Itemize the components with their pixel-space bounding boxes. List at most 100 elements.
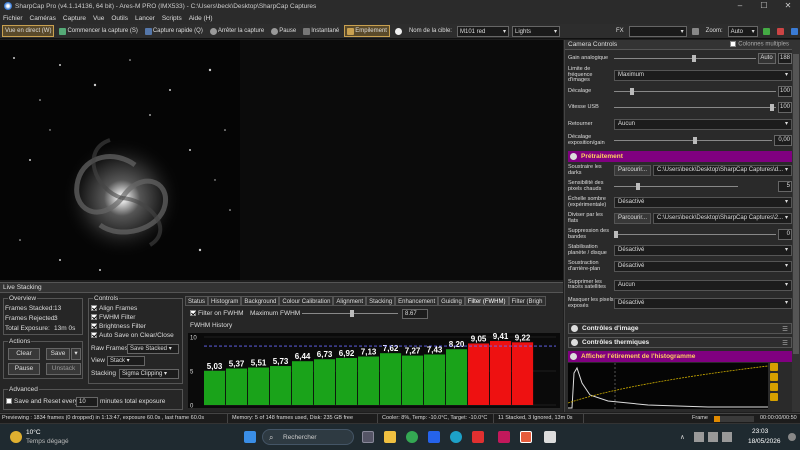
- hot-pixel-slider[interactable]: [614, 181, 738, 192]
- crosshair-button[interactable]: [690, 25, 701, 37]
- zoom-select[interactable]: Auto ▾: [727, 25, 758, 37]
- max-fwhm-slider[interactable]: [302, 308, 398, 319]
- menu-file[interactable]: Fichier: [3, 15, 23, 22]
- collapse-icon[interactable]: [570, 353, 577, 360]
- save-dropdown-button[interactable]: ▾: [71, 348, 81, 360]
- menu-tools[interactable]: Outils: [111, 15, 128, 22]
- menu-icon[interactable]: ☰: [782, 339, 788, 347]
- histogram-button[interactable]: [761, 25, 772, 37]
- store-icon[interactable]: [428, 431, 440, 443]
- preprocessing-header[interactable]: Prétraitement: [568, 151, 792, 162]
- collapse-icon[interactable]: [570, 153, 577, 160]
- menu-help[interactable]: Aide (H): [189, 15, 213, 22]
- offset-value[interactable]: 100: [778, 86, 792, 97]
- maximize-icon[interactable]: ☐: [752, 0, 776, 12]
- menu-launch[interactable]: Lancer: [135, 15, 155, 22]
- scroll-thumb[interactable]: [793, 54, 799, 354]
- fwhm-bar[interactable]: [226, 368, 248, 405]
- align-frames-checkbox[interactable]: [91, 305, 97, 312]
- usb-speed-slider[interactable]: [614, 102, 776, 113]
- menu-view[interactable]: Vue: [93, 15, 104, 22]
- exposure-offset-slider[interactable]: [614, 135, 772, 146]
- tab-alignment[interactable]: Alignment: [333, 296, 367, 306]
- brightness-filter-option[interactable]: Brightness Filter: [91, 323, 146, 330]
- fwhm-bar[interactable]: [402, 355, 424, 405]
- fwhm-bar[interactable]: [424, 354, 446, 405]
- expand-icon[interactable]: [571, 339, 578, 346]
- tray-chevron-icon[interactable]: ∧: [680, 433, 685, 441]
- fwhm-bar[interactable]: [512, 342, 534, 405]
- frame-progress[interactable]: [714, 416, 754, 422]
- fwhm-bar[interactable]: [490, 341, 512, 405]
- save-reset-checkbox[interactable]: [6, 398, 12, 405]
- flip-select[interactable]: Aucun ▾: [614, 119, 792, 130]
- stabilization-select[interactable]: Désactivé ▾: [614, 245, 792, 256]
- autosave-option[interactable]: Auto Save on Clear/Close: [91, 332, 174, 339]
- search-box[interactable]: ⌕ Rechercher: [262, 429, 354, 445]
- tab-status[interactable]: Status: [185, 296, 209, 306]
- task-view-icon[interactable]: [362, 431, 374, 443]
- edge-icon[interactable]: [450, 431, 462, 443]
- start-capture-button[interactable]: Commencer la capture (S): [57, 25, 139, 37]
- frame-limit-select[interactable]: Maximum ▾: [614, 70, 792, 81]
- file-explorer-icon[interactable]: [384, 431, 396, 443]
- dark-scale-select[interactable]: Désactivé ▾: [614, 197, 792, 208]
- frame-type-select[interactable]: Lights ▾: [511, 25, 560, 37]
- volume-icon[interactable]: [708, 432, 718, 442]
- fwhm-filter-option[interactable]: FWHM Filter: [91, 314, 135, 321]
- gain-slider[interactable]: [614, 53, 756, 64]
- exposure-offset-value[interactable]: 0,00: [774, 135, 792, 146]
- close-icon[interactable]: ✕: [776, 0, 800, 12]
- pause-button[interactable]: Pause: [269, 25, 298, 37]
- stacking-mode-select[interactable]: Sigma Clipping ▾: [119, 369, 179, 379]
- flats-path-select[interactable]: C:\Users\beck\Desktop\SharpCap Captures\…: [653, 213, 792, 224]
- align-frames-option[interactable]: Align Frames: [91, 305, 137, 312]
- stop-capture-button[interactable]: Arrêter la capture: [208, 25, 266, 37]
- brightness-filter-checkbox[interactable]: [91, 323, 97, 330]
- record-button[interactable]: [393, 25, 404, 37]
- focus-button[interactable]: [789, 25, 800, 37]
- expand-icon[interactable]: [571, 325, 578, 332]
- fwhm-bar[interactable]: [468, 343, 490, 405]
- tab-enhancement[interactable]: Enhancement: [395, 296, 439, 306]
- color-button[interactable]: [775, 25, 786, 37]
- notification-icon[interactable]: [788, 433, 796, 441]
- image-viewer[interactable]: [0, 40, 563, 280]
- gain-value[interactable]: 188: [778, 53, 792, 64]
- weather-icon[interactable]: [10, 431, 22, 443]
- live-view-button[interactable]: Vue en direct (W): [2, 25, 55, 37]
- thermal-controls-header[interactable]: Contrôles thermiques ☰: [568, 337, 792, 348]
- target-name-input[interactable]: M101 red ▾: [456, 25, 509, 37]
- tab-histogram[interactable]: Histogram: [208, 296, 242, 306]
- hot-pixel-value[interactable]: 5: [778, 181, 792, 192]
- gain-auto-button[interactable]: Auto: [758, 53, 776, 64]
- tab-background[interactable]: Background: [241, 296, 280, 306]
- save-button[interactable]: Save: [46, 348, 70, 360]
- fx-select[interactable]: ▾: [628, 25, 687, 37]
- tab-colour-calibration[interactable]: Colour Calibration: [279, 296, 334, 306]
- menu-capture[interactable]: Capture: [63, 15, 86, 22]
- fwhm-bar[interactable]: [292, 361, 314, 405]
- fwhm-filter-checkbox[interactable]: [91, 314, 97, 321]
- usb-speed-value[interactable]: 100: [778, 102, 792, 113]
- tab-filter-fwhm[interactable]: Filter (FWHM): [464, 296, 509, 306]
- tune-icon[interactable]: [770, 393, 778, 401]
- tab-stacking[interactable]: Stacking: [366, 296, 396, 306]
- app-icon[interactable]: [472, 431, 484, 443]
- quick-capture-button[interactable]: Capture rapide (Q): [143, 25, 205, 37]
- menu-scripts[interactable]: Scripts: [162, 15, 182, 22]
- filter-on-fwhm-option[interactable]: Filter on FWHM: [190, 310, 244, 317]
- fwhm-bar[interactable]: [248, 367, 270, 405]
- fwhm-bar[interactable]: [446, 349, 468, 405]
- image-controls-header[interactable]: Contrôles d'image ☰: [568, 323, 792, 334]
- fwhm-bar[interactable]: [358, 356, 380, 405]
- windows-start-icon[interactable]: [244, 431, 256, 443]
- minimize-icon[interactable]: –: [728, 0, 752, 12]
- menu-icon[interactable]: ☰: [782, 325, 788, 333]
- satellite-select[interactable]: Aucun ▾: [614, 279, 792, 291]
- flats-browse-button[interactable]: Parcourir...: [614, 213, 652, 224]
- fwhm-bar[interactable]: [270, 366, 292, 405]
- reset-icon[interactable]: [770, 383, 778, 391]
- app-icon[interactable]: [544, 431, 556, 443]
- fwhm-bar[interactable]: [204, 370, 226, 405]
